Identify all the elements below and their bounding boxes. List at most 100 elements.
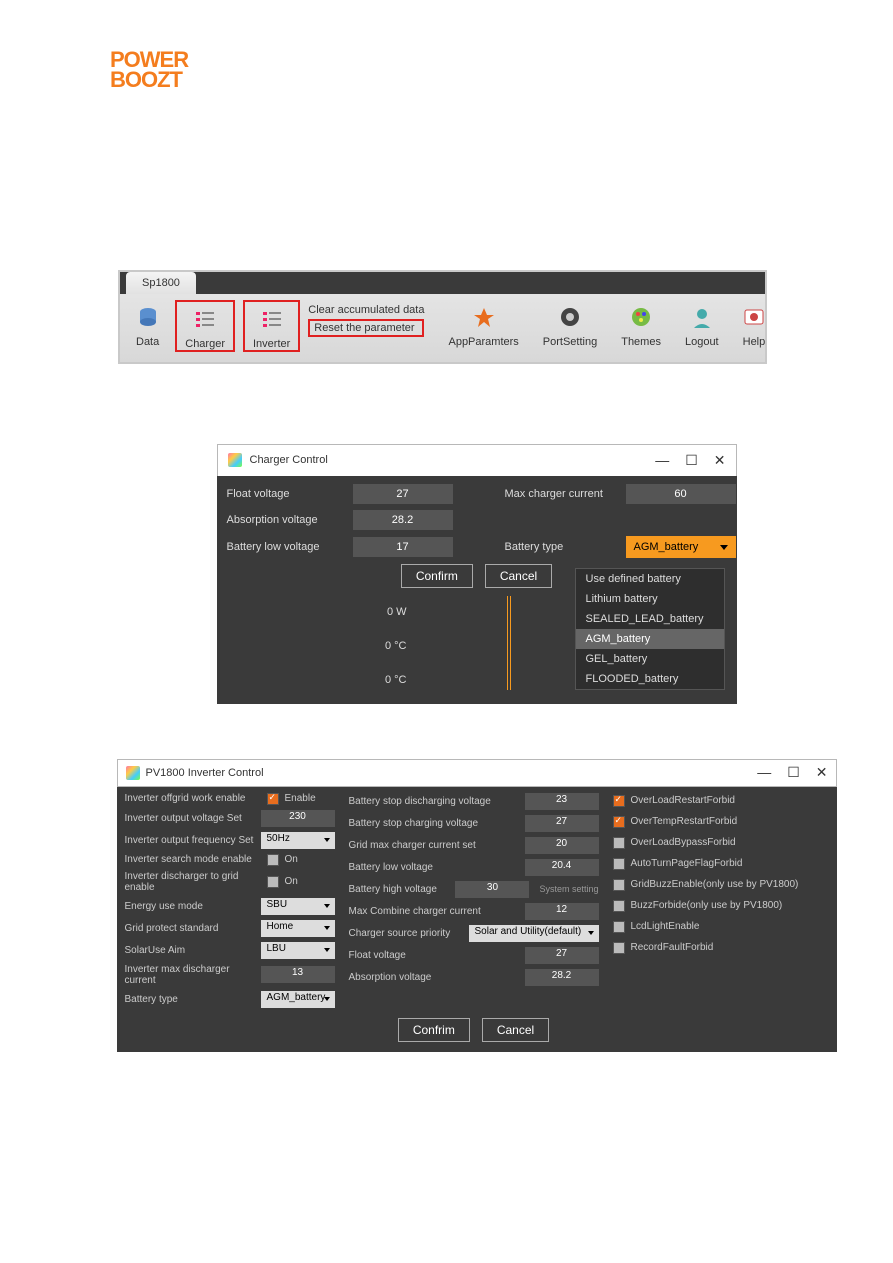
floatv-label: Float voltage bbox=[227, 488, 347, 500]
buzz-forbid-label: BuzzForbide(only use by PV1800) bbox=[631, 900, 783, 911]
minimize-icon[interactable]: — bbox=[757, 764, 771, 781]
charger-button[interactable]: Charger bbox=[175, 300, 235, 352]
help-button[interactable]: Help bbox=[735, 300, 774, 348]
offgrid-checkbox[interactable] bbox=[267, 793, 279, 805]
maxdisch-input[interactable]: 13 bbox=[261, 966, 335, 983]
cc-cancel-button[interactable]: Cancel bbox=[485, 564, 552, 588]
maxcomb-input[interactable]: 12 bbox=[525, 903, 599, 920]
gridmax-input[interactable]: 20 bbox=[525, 837, 599, 854]
close-icon[interactable]: ✕ bbox=[714, 452, 726, 469]
dd-opt-gel[interactable]: GEL_battery bbox=[576, 649, 724, 669]
chgsrc-select[interactable]: Solar and Utility(default) bbox=[469, 925, 599, 942]
ic-floatv-input[interactable]: 27 bbox=[525, 947, 599, 964]
chgsrc-label: Charger source priority bbox=[349, 928, 463, 939]
tab-row: Sp1800 bbox=[120, 272, 765, 294]
ic-middle-col: Battery stop discharging voltage23 Batte… bbox=[349, 793, 599, 1008]
overtemp-restart-checkbox[interactable] bbox=[613, 816, 625, 828]
dd-opt-flooded[interactable]: FLOODED_battery bbox=[576, 669, 724, 689]
disch-grid-value: On bbox=[285, 876, 335, 887]
dd-opt-lithium[interactable]: Lithium battery bbox=[576, 589, 724, 609]
maxdisch-label: Inverter max discharger current bbox=[125, 964, 255, 986]
ic-bathigh-input[interactable]: 30 bbox=[455, 881, 529, 898]
outvolt-input[interactable]: 230 bbox=[261, 810, 335, 827]
maximize-icon[interactable]: ☐ bbox=[685, 452, 698, 469]
ic-battype-select[interactable]: AGM_battery bbox=[261, 991, 335, 1008]
overload-bypass-label: OverLoadBypassForbid bbox=[631, 837, 736, 848]
themes-label: Themes bbox=[621, 336, 661, 348]
autoturn-label: AutoTurnPageFlagForbid bbox=[631, 858, 743, 869]
ic-title-text: PV1800 Inverter Control bbox=[146, 767, 264, 779]
dd-opt-agm[interactable]: AGM_battery bbox=[576, 629, 724, 649]
list-icon bbox=[185, 306, 225, 332]
cc-confirm-button[interactable]: Confirm bbox=[401, 564, 473, 588]
ic-batlow-input[interactable]: 20.4 bbox=[525, 859, 599, 876]
gridbuzz-label: GridBuzzEnable(only use by PV1800) bbox=[631, 879, 799, 890]
help-label: Help bbox=[743, 336, 766, 348]
logo-line-1: POWER bbox=[110, 50, 843, 70]
ic-bathigh-label: Battery high voltage bbox=[349, 884, 450, 895]
maxcomb-label: Max Combine charger current bbox=[349, 906, 519, 917]
overtemp-restart-label: OverTempRestartForbid bbox=[631, 816, 738, 827]
close-icon[interactable]: ✕ bbox=[816, 764, 828, 781]
power-value: 0 W bbox=[287, 606, 407, 618]
search-checkbox[interactable] bbox=[267, 854, 279, 866]
tab-sp1800[interactable]: Sp1800 bbox=[126, 272, 196, 294]
recfault-checkbox[interactable] bbox=[613, 942, 625, 954]
buzz-forbid-checkbox[interactable] bbox=[613, 900, 625, 912]
maximize-icon[interactable]: ☐ bbox=[787, 764, 800, 781]
disch-grid-checkbox[interactable] bbox=[267, 876, 279, 888]
minimize-icon[interactable]: — bbox=[655, 452, 669, 469]
ic-absorp-input[interactable]: 28.2 bbox=[525, 969, 599, 986]
lcdlight-label: LcdLightEnable bbox=[631, 921, 700, 932]
dd-opt-sealed[interactable]: SEALED_LEAD_battery bbox=[576, 609, 724, 629]
battype-select[interactable]: AGM_battery bbox=[626, 536, 736, 558]
overload-bypass-checkbox[interactable] bbox=[613, 837, 625, 849]
maxch-input[interactable]: 60 bbox=[626, 484, 736, 504]
battype-dropdown[interactable]: Use defined battery Lithium battery SEAL… bbox=[575, 568, 725, 690]
outfreq-select[interactable]: 50Hz bbox=[261, 832, 335, 849]
overload-restart-checkbox[interactable] bbox=[613, 795, 625, 807]
inverter-button[interactable]: Inverter bbox=[243, 300, 300, 352]
stopdisch-input[interactable]: 23 bbox=[525, 793, 599, 810]
divider-icon bbox=[507, 596, 511, 690]
gridstd-label: Grid protect standard bbox=[125, 923, 255, 934]
appparams-button[interactable]: AppParamters bbox=[440, 300, 526, 348]
floatv-input[interactable]: 27 bbox=[353, 484, 453, 504]
user-icon bbox=[685, 304, 719, 330]
energy-label: Energy use mode bbox=[125, 901, 255, 912]
batlow-input[interactable]: 17 bbox=[353, 537, 453, 557]
database-icon bbox=[136, 304, 159, 330]
dd-opt-user[interactable]: Use defined battery bbox=[576, 569, 724, 589]
themes-button[interactable]: Themes bbox=[613, 300, 669, 348]
syssetting-label: System setting bbox=[539, 884, 598, 894]
energy-select[interactable]: SBU bbox=[261, 898, 335, 915]
ic-confirm-button[interactable]: Confrim bbox=[398, 1018, 470, 1042]
solaraim-select[interactable]: LBU bbox=[261, 942, 335, 959]
recfault-label: RecordFaultForbid bbox=[631, 942, 714, 953]
stopchg-input[interactable]: 27 bbox=[525, 815, 599, 832]
logout-button[interactable]: Logout bbox=[677, 300, 727, 348]
ic-right-col: OverLoadRestartForbid OverTempRestartFor… bbox=[613, 793, 823, 1008]
logo-line-2: BOOZT bbox=[110, 70, 843, 90]
absorp-label: Absorption voltage bbox=[227, 514, 347, 526]
list-icon bbox=[253, 306, 290, 332]
battype-label: Battery type bbox=[505, 541, 620, 553]
autoturn-checkbox[interactable] bbox=[613, 858, 625, 870]
cc-title-text: Charger Control bbox=[250, 454, 328, 466]
reset-param-link[interactable]: Reset the parameter bbox=[308, 319, 424, 337]
data-button[interactable]: Data bbox=[128, 300, 167, 348]
gridstd-select[interactable]: Home bbox=[261, 920, 335, 937]
search-value: On bbox=[285, 854, 335, 865]
clear-data-link[interactable]: Clear accumulated data bbox=[308, 304, 424, 316]
portsetting-button[interactable]: PortSetting bbox=[535, 300, 605, 348]
stopchg-label: Battery stop charging voltage bbox=[349, 818, 519, 829]
data-label: Data bbox=[136, 336, 159, 348]
ic-cancel-button[interactable]: Cancel bbox=[482, 1018, 549, 1042]
gridbuzz-checkbox[interactable] bbox=[613, 879, 625, 891]
logout-label: Logout bbox=[685, 336, 719, 348]
ic-titlebar: PV1800 Inverter Control — ☐ ✕ bbox=[117, 759, 837, 787]
outvolt-label: Inverter output voltage Set bbox=[125, 813, 255, 824]
star-icon bbox=[448, 304, 518, 330]
lcdlight-checkbox[interactable] bbox=[613, 921, 625, 933]
absorp-input[interactable]: 28.2 bbox=[353, 510, 453, 530]
